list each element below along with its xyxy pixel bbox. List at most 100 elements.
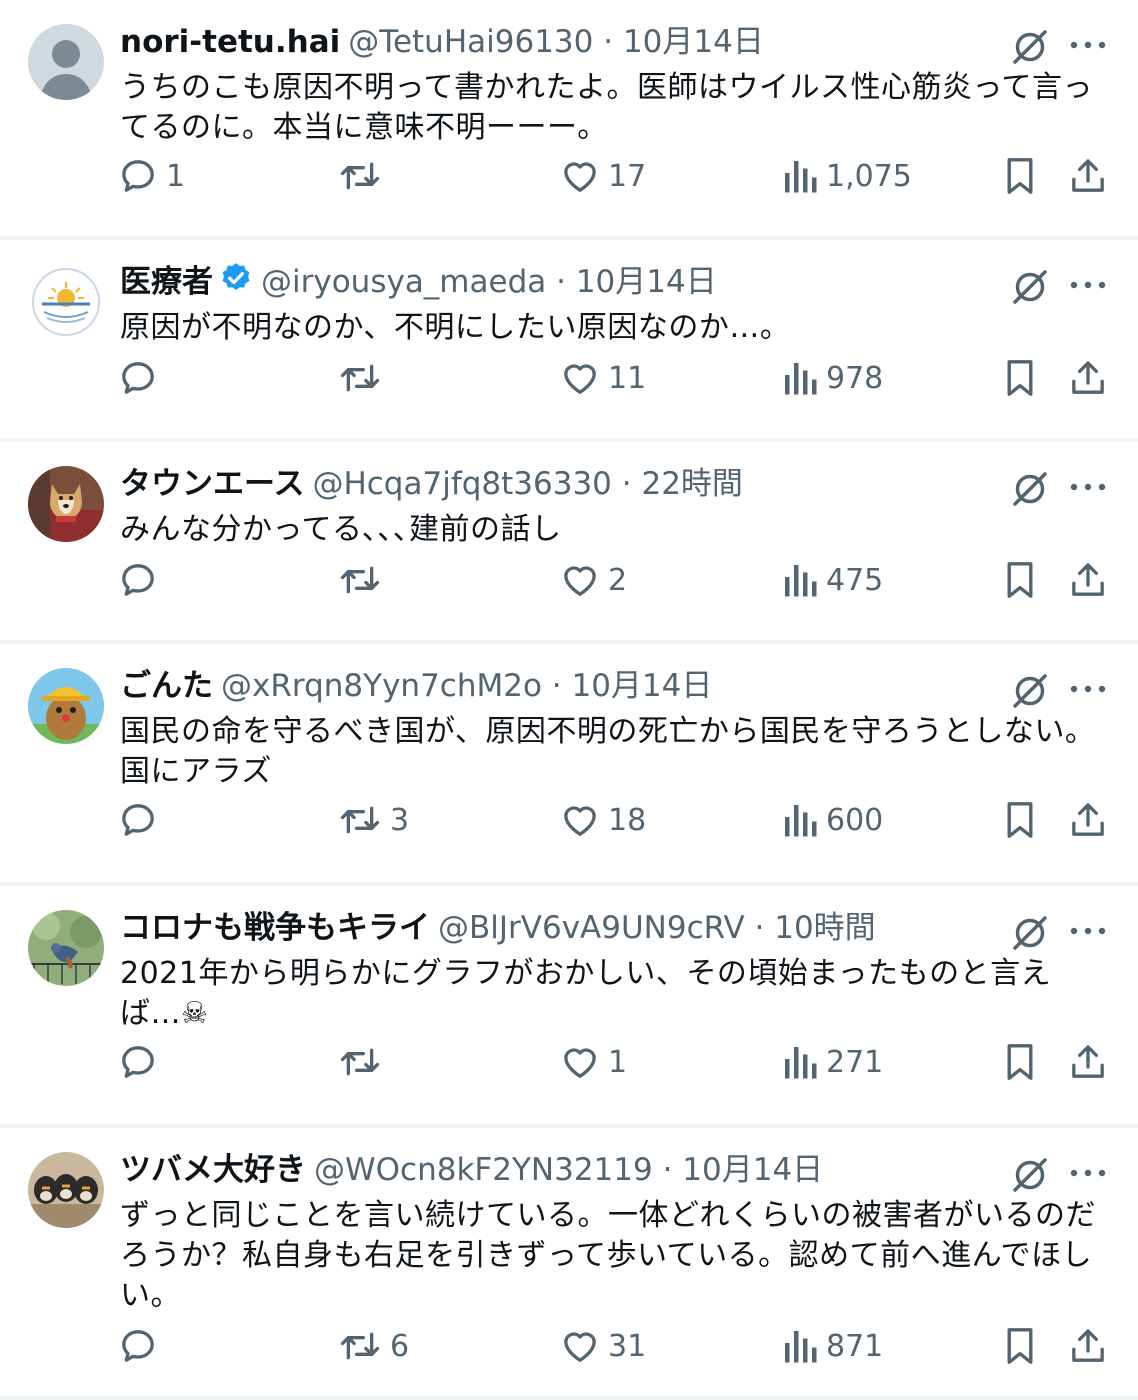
share-button[interactable] xyxy=(1068,352,1108,404)
more-options-icon[interactable] xyxy=(1066,674,1110,704)
share-button[interactable] xyxy=(1068,794,1108,846)
tweet[interactable]: ごんた @xRrqn8Yyn7chM2o · 10月14日 国民の命を守るべき国が、… xyxy=(0,644,1138,886)
reply-icon xyxy=(118,156,158,196)
retweet-count: 6 xyxy=(390,1328,410,1364)
like-button[interactable]: 1 xyxy=(560,1036,627,1088)
retweet-button[interactable] xyxy=(338,352,382,404)
reply-count: 1 xyxy=(166,158,186,194)
share-button[interactable] xyxy=(1068,554,1108,606)
tweet-text: ずっと同じことを言い続けている。一体どれくらいの被害者がいるのだろうか？私自身も… xyxy=(120,1196,1110,1316)
retweet-button[interactable] xyxy=(338,1036,382,1088)
tweet-timestamp[interactable]: 22時間 xyxy=(641,466,742,502)
reply-button[interactable]: 1 xyxy=(118,150,185,202)
share-button[interactable] xyxy=(1068,1036,1108,1088)
dog-photo-avatar[interactable] xyxy=(28,466,104,542)
display-name[interactable]: nori-tetu.hai xyxy=(120,24,340,60)
grok-explain-icon[interactable] xyxy=(1010,1155,1050,1199)
views-count: 978 xyxy=(826,360,884,396)
bird-photo-avatar[interactable] xyxy=(28,910,104,986)
views-button[interactable]: 475 xyxy=(782,554,883,606)
share-button[interactable] xyxy=(1068,150,1108,202)
views-count: 271 xyxy=(826,1044,884,1080)
tweet-timestamp[interactable]: 10時間 xyxy=(774,910,875,946)
like-count: 31 xyxy=(608,1328,647,1364)
bookmark-button[interactable] xyxy=(1002,554,1038,606)
retweet-button[interactable]: 6 xyxy=(338,1320,409,1372)
tweet-meta: @WOcn8kF2YN32119 · 10月14日 xyxy=(314,1152,824,1188)
views-icon xyxy=(782,560,818,600)
tweet-content: ツバメ大好き @WOcn8kF2YN32119 · 10月14日ずっと同じことを言… xyxy=(120,1148,1110,1316)
grok-explain-icon[interactable] xyxy=(1010,267,1050,311)
display-name[interactable]: コロナも戦争もキライ xyxy=(120,910,430,946)
sunrise-logo-avatar[interactable] xyxy=(28,264,104,340)
tweet-timestamp[interactable]: 10月14日 xyxy=(682,1152,823,1188)
tweet-text-body: みんな分かってる､､､建前の話し xyxy=(120,512,562,547)
user-handle[interactable]: @TetuHai96130 xyxy=(348,24,593,60)
reply-button[interactable] xyxy=(118,1320,158,1372)
more-options-icon[interactable] xyxy=(1066,1158,1110,1188)
user-handle[interactable]: @Hcqa7jfq8t36330 xyxy=(312,466,611,502)
like-button[interactable]: 11 xyxy=(560,352,646,404)
bookmark-button[interactable] xyxy=(1002,150,1038,202)
like-button[interactable]: 31 xyxy=(560,1320,646,1372)
views-count: 475 xyxy=(826,562,884,598)
grok-explain-icon[interactable] xyxy=(1010,469,1050,513)
user-handle[interactable]: @WOcn8kF2YN32119 xyxy=(314,1152,653,1188)
reply-button[interactable] xyxy=(118,1036,158,1088)
tweet[interactable]: 医療者 @iryousya_maeda · 10月14日 原因が不明なのか、不明にし… xyxy=(0,240,1138,442)
views-button[interactable]: 1,075 xyxy=(782,150,912,202)
reply-button[interactable] xyxy=(118,794,158,846)
tweet-text-body: 2021年から明らかにグラフがおかしい、その頃始まったものと言えば… xyxy=(120,956,1052,1031)
more-options-icon[interactable] xyxy=(1066,916,1110,946)
grok-explain-icon[interactable] xyxy=(1010,913,1050,957)
cartoon-character-avatar[interactable] xyxy=(28,668,104,744)
swallows-photo-avatar[interactable] xyxy=(28,1152,104,1228)
retweet-icon xyxy=(338,1326,382,1366)
share-icon xyxy=(1068,560,1108,600)
display-name[interactable]: ツバメ大好き xyxy=(120,1152,306,1188)
tweet-timestamp[interactable]: 10月14日 xyxy=(571,668,712,704)
tweet[interactable]: コロナも戦争もキライ @BlJrV6vA9UN9cRV · 10時間 2021年から… xyxy=(0,886,1138,1128)
tweet-meta: @TetuHai96130 · 10月14日 xyxy=(348,24,764,60)
tweet[interactable]: ツバメ大好き @WOcn8kF2YN32119 · 10月14日ずっと同じことを言… xyxy=(0,1128,1138,1400)
reply-button[interactable] xyxy=(118,352,158,404)
share-icon xyxy=(1068,358,1108,398)
retweet-button[interactable] xyxy=(338,150,382,202)
views-button[interactable]: 271 xyxy=(782,1036,883,1088)
tweet[interactable]: nori-tetu.hai @TetuHai96130 · 10月14日 うちのこも… xyxy=(0,0,1138,240)
tweet[interactable]: タウンエース @Hcqa7jfq8t36330 · 22時間 みんな分かってる､､､… xyxy=(0,442,1138,644)
user-handle[interactable]: @BlJrV6vA9UN9cRV xyxy=(438,910,745,946)
verified-badge-icon xyxy=(219,261,253,307)
like-button[interactable]: 17 xyxy=(560,150,646,202)
retweet-button[interactable] xyxy=(338,554,382,606)
bookmark-button[interactable] xyxy=(1002,1036,1038,1088)
user-handle[interactable]: @xRrqn8Yyn7chM2o xyxy=(221,668,542,704)
grok-explain-icon[interactable] xyxy=(1010,27,1050,71)
views-button[interactable]: 871 xyxy=(782,1320,883,1372)
more-options-icon[interactable] xyxy=(1066,472,1110,502)
like-button[interactable]: 18 xyxy=(560,794,646,846)
grok-explain-icon[interactable] xyxy=(1010,671,1050,715)
tweet-timestamp[interactable]: 10月14日 xyxy=(576,264,717,300)
tweet-timestamp[interactable]: 10月14日 xyxy=(623,24,764,60)
like-button[interactable]: 2 xyxy=(560,554,627,606)
reply-button[interactable] xyxy=(118,554,158,606)
display-name[interactable]: 医療者 xyxy=(120,264,213,300)
default-avatar[interactable] xyxy=(28,24,104,100)
retweet-button[interactable]: 3 xyxy=(338,794,409,846)
more-options-icon[interactable] xyxy=(1066,30,1110,60)
bookmark-button[interactable] xyxy=(1002,794,1038,846)
views-button[interactable]: 600 xyxy=(782,794,883,846)
display-name[interactable]: タウンエース xyxy=(120,466,304,502)
display-name[interactable]: ごんた xyxy=(120,668,213,704)
tweet-meta: @xRrqn8Yyn7chM2o · 10月14日 xyxy=(221,668,713,704)
user-handle[interactable]: @iryousya_maeda xyxy=(261,264,546,300)
bookmark-button[interactable] xyxy=(1002,1320,1038,1372)
bookmark-button[interactable] xyxy=(1002,352,1038,404)
like-icon xyxy=(560,1042,600,1082)
share-button[interactable] xyxy=(1068,1320,1108,1372)
more-options-icon[interactable] xyxy=(1066,270,1110,300)
retweet-icon xyxy=(338,156,382,196)
views-icon xyxy=(782,1042,818,1082)
views-button[interactable]: 978 xyxy=(782,352,883,404)
